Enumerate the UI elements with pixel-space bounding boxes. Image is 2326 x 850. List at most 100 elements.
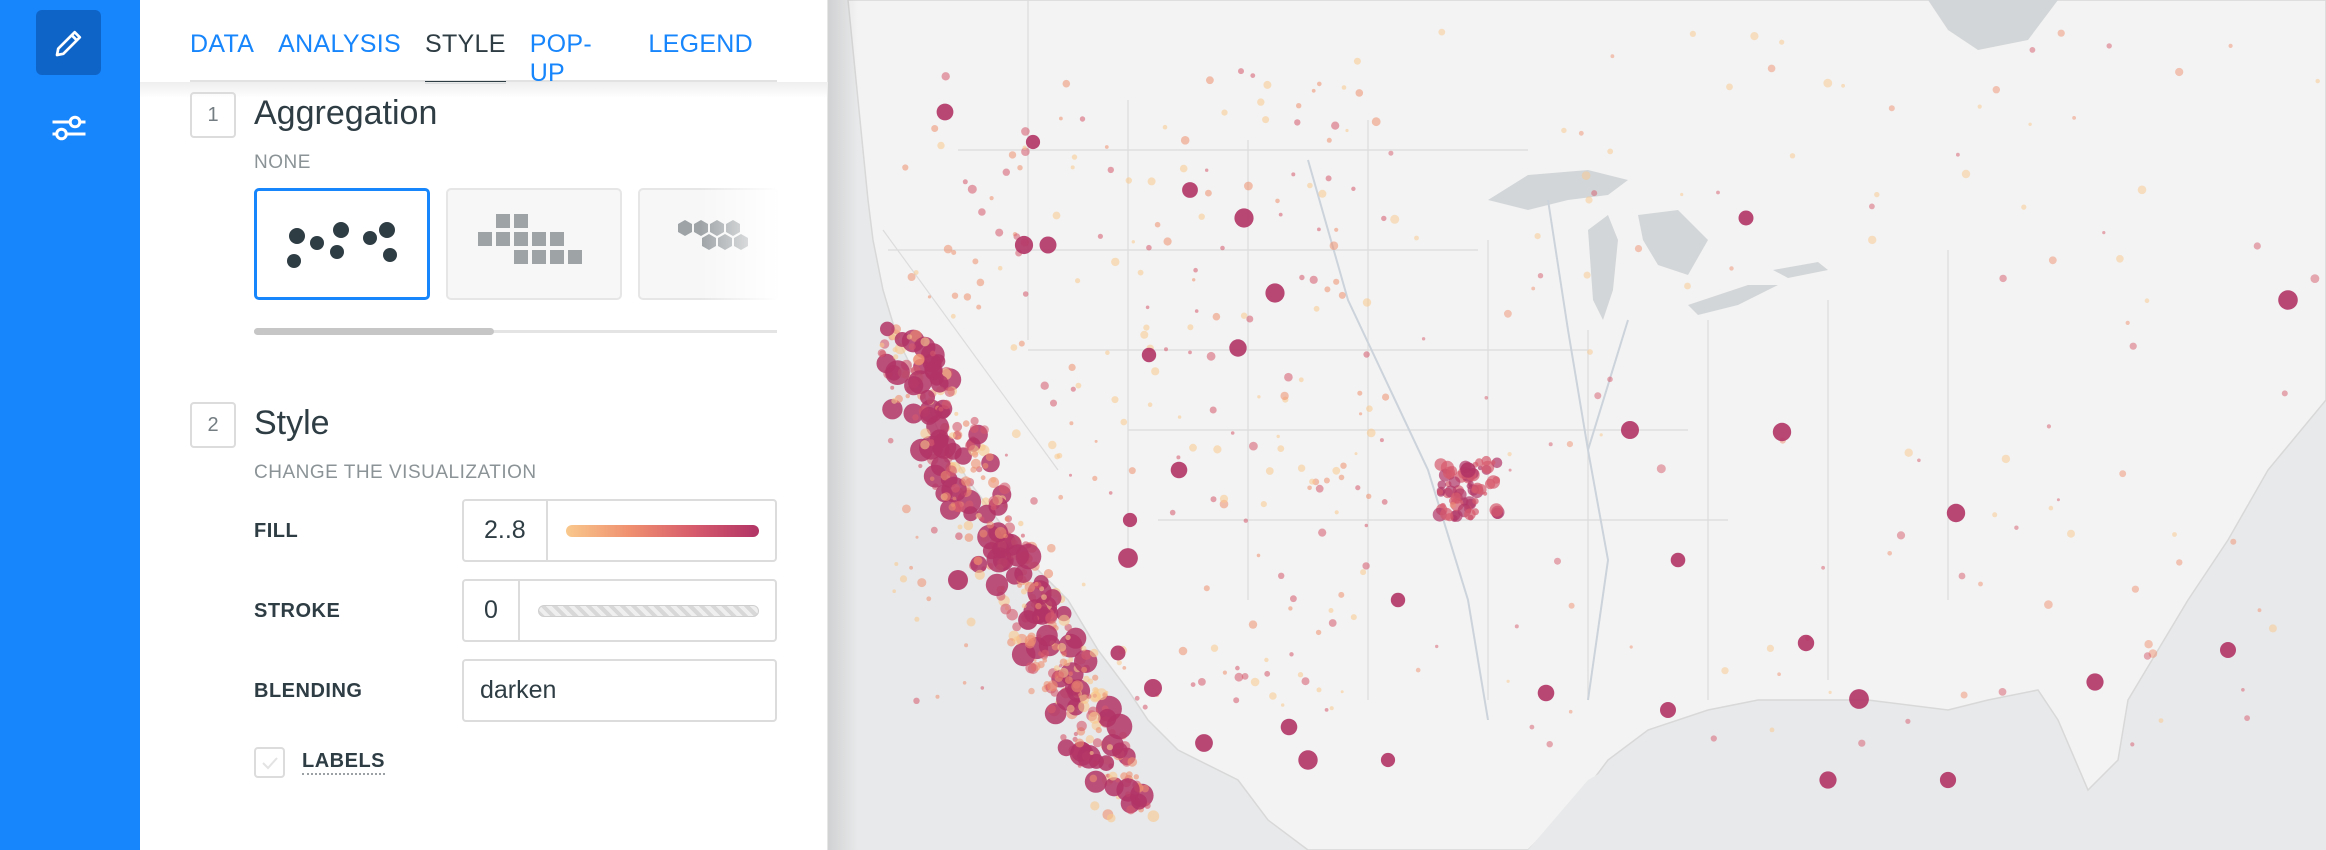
earthquake-point — [1264, 657, 1269, 663]
earthquake-point — [986, 521, 994, 529]
earthquake-point — [1315, 629, 1322, 636]
earthquake-point — [899, 575, 908, 583]
tab-data[interactable]: DATA — [190, 0, 254, 82]
earthquake-point — [1946, 503, 1966, 523]
earthquake-point — [1566, 441, 1573, 448]
earthquake-point — [1018, 340, 1025, 347]
earthquake-point — [1660, 702, 1676, 718]
earthquake-point — [1065, 676, 1073, 684]
earthquake-point — [1507, 452, 1512, 457]
aggregation-subtitle: NONE — [254, 152, 311, 173]
earthquake-point — [1125, 177, 1132, 184]
earthquake-point — [1190, 682, 1196, 687]
earthquake-point — [1437, 489, 1444, 495]
fill-color-ramp[interactable] — [565, 524, 759, 537]
earthquake-point — [962, 179, 968, 185]
earthquake-point — [992, 540, 1010, 559]
earthquake-point — [1075, 738, 1085, 748]
earthquake-point — [1116, 778, 1140, 802]
map-view[interactable] — [828, 0, 2326, 850]
earthquake-point — [1040, 381, 1049, 390]
earthquake-point — [1332, 466, 1341, 475]
earthquake-point — [1437, 480, 1447, 490]
earthquake-point — [1080, 645, 1087, 652]
earthquake-point — [1131, 240, 1135, 244]
earthquake-point — [1105, 350, 1110, 356]
earthquake-point — [951, 483, 960, 493]
check-icon — [262, 757, 278, 770]
earthquake-point — [1514, 624, 1519, 629]
earthquake-point — [1284, 372, 1293, 382]
earthquake-point — [893, 354, 899, 360]
earthquake-point — [1269, 692, 1277, 700]
earthquake-point — [1460, 462, 1476, 478]
tab-analysis[interactable]: ANALYSIS — [278, 0, 401, 82]
earthquake-point — [1028, 687, 1035, 695]
earthquake-point — [1069, 421, 1074, 426]
earthquake-point — [1212, 312, 1221, 321]
earthquake-point — [1062, 79, 1071, 88]
blending-value: darken — [480, 676, 557, 704]
earthquake-point — [1163, 237, 1172, 246]
earthquake-point — [2144, 640, 2153, 649]
earthquake-point — [2143, 652, 2152, 660]
style-title: Style — [254, 404, 330, 442]
earthquake-point — [1362, 298, 1372, 307]
earthquake-point — [1008, 151, 1017, 159]
earthquake-point — [1085, 735, 1095, 744]
earthquake-point — [1147, 177, 1156, 186]
earthquake-point — [974, 569, 985, 580]
earthquake-point — [1297, 464, 1306, 472]
blending-select[interactable]: darken — [462, 659, 777, 722]
tab-legend[interactable]: LEGEND — [648, 0, 753, 82]
earthquake-point — [2310, 274, 2320, 283]
labels-checkbox-label[interactable]: LABELS — [302, 750, 385, 775]
earthquake-point — [1127, 757, 1138, 767]
earthquake-point — [1047, 680, 1058, 692]
earthquake-point — [1680, 192, 1684, 197]
earthquake-point — [1210, 644, 1219, 652]
tab-popup[interactable]: POP-UP — [530, 0, 625, 87]
tab-style[interactable]: STYLE — [425, 0, 506, 84]
basemap[interactable] — [828, 0, 2326, 850]
edit-style-button[interactable] — [36, 10, 101, 75]
earthquake-point — [1042, 658, 1048, 663]
earthquake-point — [1777, 672, 1781, 676]
carousel-scroll-thumb[interactable] — [254, 328, 494, 335]
aggregation-option-squares[interactable] — [446, 188, 622, 300]
earthquake-point — [1213, 445, 1222, 454]
earthquake-point — [1298, 750, 1318, 770]
earthquake-point — [902, 504, 911, 514]
earthquake-point — [1289, 652, 1294, 657]
earthquake-point — [2028, 122, 2032, 127]
earthquake-point — [1435, 644, 1439, 649]
stroke-width-value[interactable]: 0 — [464, 581, 520, 640]
earthquake-point — [1238, 68, 1244, 75]
earthquake-point — [1779, 39, 1785, 45]
earthquake-point — [1438, 28, 1446, 36]
earthquake-point — [1531, 286, 1536, 291]
earthquake-point — [2086, 673, 2104, 691]
stroke-control[interactable]: 0 — [462, 579, 777, 642]
labels-checkbox[interactable] — [254, 747, 285, 778]
settings-button[interactable] — [36, 95, 101, 160]
earthquake-point — [1338, 291, 1346, 299]
earthquake-point — [1767, 64, 1776, 73]
stroke-color-swatch[interactable] — [537, 604, 759, 617]
earthquake-point — [1106, 813, 1116, 823]
earthquake-point — [1141, 347, 1157, 363]
earthquake-point — [2244, 715, 2250, 721]
earthquake-point — [973, 556, 983, 566]
earthquake-point — [1075, 278, 1081, 284]
aggregation-option-points[interactable] — [254, 188, 430, 300]
earthquake-point — [1366, 428, 1376, 438]
earthquake-point — [1164, 347, 1168, 352]
earthquake-point — [2106, 43, 2112, 49]
earthquake-point — [1182, 182, 1198, 198]
earthquake-point — [1240, 312, 1248, 319]
fill-size-value[interactable]: 2..8 — [464, 501, 548, 560]
earthquake-point — [1324, 286, 1331, 293]
fill-control[interactable]: 2..8 — [462, 499, 777, 562]
earthquake-point — [967, 184, 977, 194]
earthquake-point — [1290, 595, 1297, 603]
